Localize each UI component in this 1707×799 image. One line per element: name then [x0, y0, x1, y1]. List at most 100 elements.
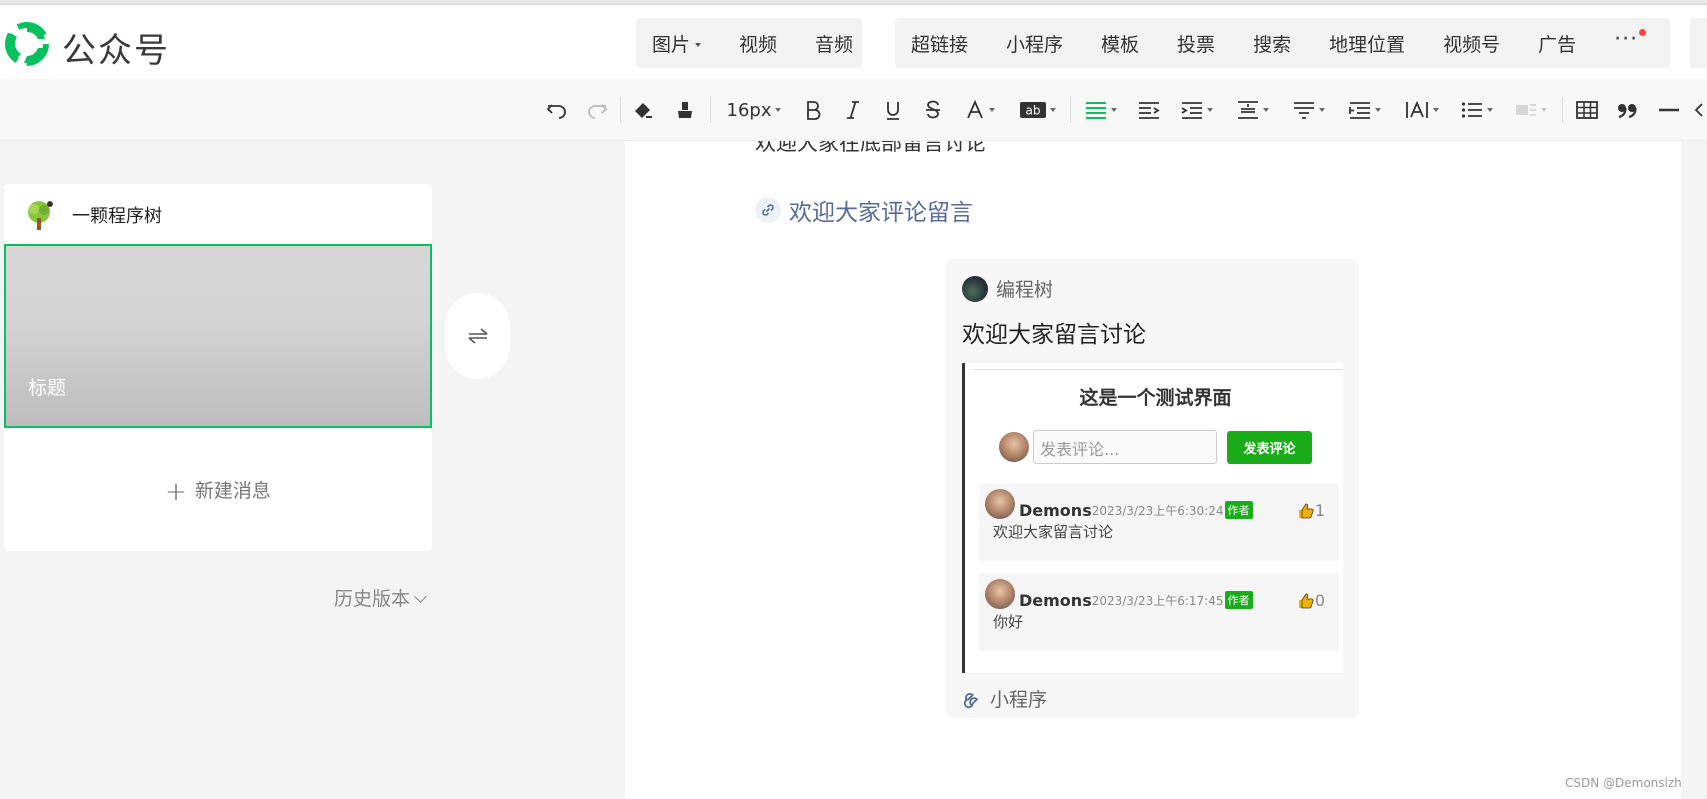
chevron-down-icon: [775, 108, 782, 112]
menu-template[interactable]: 模板: [1101, 30, 1139, 57]
chevron-down-icon: [1319, 108, 1325, 112]
comment-user: Demons: [1019, 501, 1092, 520]
menu-channels[interactable]: 视频号: [1443, 30, 1500, 57]
thumbs-up-icon: [1298, 503, 1314, 518]
underline-icon[interactable]: [880, 79, 906, 141]
redo-icon[interactable]: [584, 79, 610, 141]
more-icon[interactable]: ···: [1614, 27, 1647, 52]
preview-comment-item: Demons 2023/3/23上午6:17:45 作者 0 你好: [979, 573, 1339, 651]
like-count: 0: [1314, 591, 1325, 610]
clear-format-icon[interactable]: [672, 79, 698, 141]
menu-audio[interactable]: 音频: [815, 30, 853, 57]
account-header: 一颗程序树: [24, 198, 162, 232]
comment-time: 2023/3/23上午6:17:45: [1091, 594, 1224, 608]
mini-program-preview: 这是一个测试界面 发表评论... 发表评论 Demons 2023/3/23上午…: [962, 363, 1343, 673]
wechat-mp-logo-icon[interactable]: [4, 21, 50, 67]
toolbar-divider: [710, 97, 711, 123]
indent-spacing-icon[interactable]: [1346, 79, 1384, 141]
comment-meta: Demons 2023/3/23上午6:17:45 作者: [985, 577, 1253, 610]
format-paint-icon[interactable]: [630, 79, 656, 141]
author-badge: 作者: [1224, 590, 1253, 609]
comment-like: 1: [1297, 501, 1325, 520]
chevron-down-icon: [1433, 108, 1439, 112]
comment-avatar: [985, 578, 1015, 609]
header-overflow-edge: [1690, 18, 1707, 68]
float-image-icon: [1512, 79, 1550, 141]
menu-location[interactable]: 地理位置: [1329, 30, 1405, 57]
line-spacing-icon[interactable]: [1290, 79, 1328, 141]
paragraph-spacing-icon[interactable]: [1234, 79, 1272, 141]
menu-hyperlink[interactable]: 超链接: [911, 30, 968, 57]
article-cover-card[interactable]: 标题: [4, 244, 432, 428]
plus-icon: +: [165, 476, 187, 507]
preview-user-avatar: [999, 432, 1029, 462]
comment-avatar: [985, 488, 1015, 519]
swap-button[interactable]: [445, 293, 510, 379]
menu-search[interactable]: 搜索: [1253, 30, 1291, 57]
chevron-down-icon: [1375, 108, 1381, 112]
thumbs-up-icon: [1298, 593, 1314, 608]
menu-ads[interactable]: 广告: [1538, 30, 1576, 57]
hyperlink[interactable]: 欢迎大家评论留言: [755, 193, 973, 227]
undo-icon[interactable]: [544, 79, 570, 141]
toolbar-divider: [620, 97, 621, 123]
table-icon[interactable]: [1574, 79, 1600, 141]
app-header: 公众号 图片 视频 音频 超链接 小程序 模板 投票 搜索 地理位置 视频号 广…: [0, 5, 1707, 79]
article-list-panel: 一颗程序树 标题 + 新建消息: [4, 184, 432, 551]
comment-text: 欢迎大家留言讨论: [993, 523, 1114, 541]
list-icon[interactable]: [1458, 79, 1496, 141]
chevron-down-icon: [1263, 108, 1269, 112]
strikethrough-icon[interactable]: [920, 79, 946, 141]
preview-submit-button: 发表评论: [1227, 430, 1312, 464]
preview-divider: [973, 369, 1343, 370]
menu-image[interactable]: 图片: [652, 30, 702, 57]
indent-icon[interactable]: [1178, 79, 1216, 141]
new-message-button[interactable]: + 新建消息: [4, 476, 432, 507]
link-icon: [755, 197, 781, 223]
app-name: 公众号: [62, 31, 170, 71]
menu-video[interactable]: 视频: [739, 30, 777, 57]
cover-title: 标题: [28, 377, 67, 399]
media-menu: 图片 视频 音频: [636, 18, 862, 68]
tree-avatar-icon: [24, 198, 58, 232]
font-size-select[interactable]: 16px: [722, 79, 786, 141]
link-text[interactable]: 欢迎大家评论留言: [789, 193, 973, 227]
history-version-button[interactable]: 历史版本: [334, 584, 427, 611]
indent-left-icon[interactable]: [1136, 79, 1162, 141]
mini-program-icon: [963, 692, 979, 708]
swap-icon: [467, 328, 488, 344]
italic-icon[interactable]: [840, 79, 866, 141]
watermark: CSDN @Demonslzh: [1565, 776, 1682, 790]
author-badge: 作者: [1224, 500, 1253, 519]
font-color-icon[interactable]: [962, 79, 998, 141]
toolbar-divider: [1562, 97, 1563, 123]
account-name: 一颗程序树: [72, 206, 162, 227]
code-icon[interactable]: [1694, 79, 1707, 141]
letter-spacing-icon[interactable]: [1402, 79, 1442, 141]
comment-user: Demons: [1019, 591, 1092, 610]
paragraph-text[interactable]: 欢迎大家在底部留言讨论: [755, 141, 986, 157]
chevron-down-icon: [695, 43, 702, 47]
article-editor[interactable]: 欢迎大家在底部留言讨论 欢迎大家评论留言 编程树 欢迎大家留言讨论 这是一个测试…: [625, 141, 1681, 799]
highlight-icon[interactable]: ab: [1018, 79, 1058, 141]
preview-comment-form: 发表评论... 发表评论: [999, 430, 1312, 464]
bold-icon[interactable]: [800, 79, 826, 141]
format-toolbar: 16px ab: [0, 79, 1707, 141]
menu-mini-program[interactable]: 小程序: [1006, 30, 1063, 57]
svg-text:ab: ab: [1026, 104, 1041, 118]
mini-program-card[interactable]: 编程树 欢迎大家留言讨论 这是一个测试界面 发表评论... 发表评论 Demon…: [946, 259, 1359, 718]
divider-icon[interactable]: [1656, 79, 1682, 141]
chevron-down-icon: [989, 108, 995, 112]
preview-heading: 这是一个测试界面: [1079, 387, 1232, 409]
mini-program-title: 欢迎大家留言讨论: [962, 322, 1146, 348]
insert-menu: 超链接 小程序 模板 投票 搜索 地理位置 视频号 广告 ···: [895, 18, 1670, 68]
new-message-label: 新建消息: [194, 480, 271, 502]
menu-vote[interactable]: 投票: [1177, 30, 1215, 57]
align-icon[interactable]: [1082, 79, 1120, 141]
chevron-down-icon: [1111, 108, 1117, 112]
preview-comment-input: 发表评论...: [1033, 430, 1217, 464]
mini-program-name: 编程树: [996, 279, 1054, 301]
chevron-down-icon: [1541, 108, 1547, 112]
quote-icon[interactable]: [1614, 79, 1640, 141]
preview-comment-item: Demons 2023/3/23上午6:30:24 作者 1 欢迎大家留言讨论: [979, 483, 1339, 561]
